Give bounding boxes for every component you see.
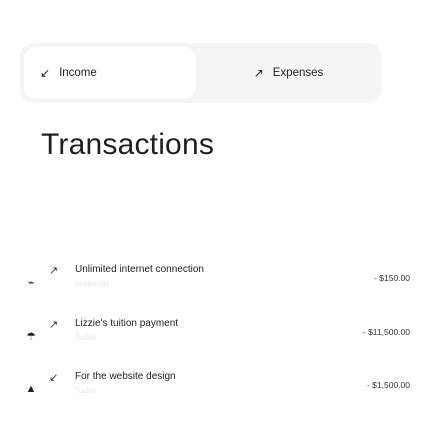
income-label: Income (59, 67, 97, 79)
transaction-row[interactable]: ⌁ ↗ Unlimited internet connection yester… (0, 264, 421, 304)
transaction-date: Today (75, 333, 97, 342)
expenses-tab[interactable]: ↗ Expenses (201, 47, 376, 99)
arrow-down-left-icon: ↙ (40, 66, 51, 80)
transaction-title: For the website design (75, 371, 176, 382)
design-icon: ▲ (25, 383, 37, 395)
wifi-icon: ⌁ (27, 277, 35, 289)
transaction-amount: - $150.00 (374, 273, 410, 283)
arrow-up-right-icon: ↗ (253, 66, 264, 80)
transaction-title: Unlimited internet connection (75, 264, 204, 275)
arrow-up-right-icon: ↗ (49, 319, 59, 331)
transaction-type-toggle: ↙ Income ↗ Expenses (20, 43, 382, 103)
transaction-row[interactable]: ▲ ↙ For the website design Today - $1,50… (0, 371, 421, 411)
page-title: Transactions (41, 128, 215, 161)
transaction-row[interactable]: ☂ ↗ Lizzie's tuition payment Today - $11… (0, 318, 421, 358)
income-tab[interactable]: ↙ Income (24, 47, 196, 99)
transaction-amount: - $11,500.00 (362, 327, 410, 337)
arrow-down-left-icon: ↙ (49, 372, 59, 384)
transaction-amount: - $1,500.00 (366, 380, 410, 390)
transaction-title: Lizzie's tuition payment (75, 318, 179, 329)
transaction-date: yesterday (75, 279, 110, 288)
transaction-date: Today (75, 386, 97, 395)
expenses-label: Expenses (272, 67, 324, 79)
arrow-up-right-icon: ↗ (49, 265, 59, 277)
tuition-icon: ☂ (26, 331, 36, 343)
